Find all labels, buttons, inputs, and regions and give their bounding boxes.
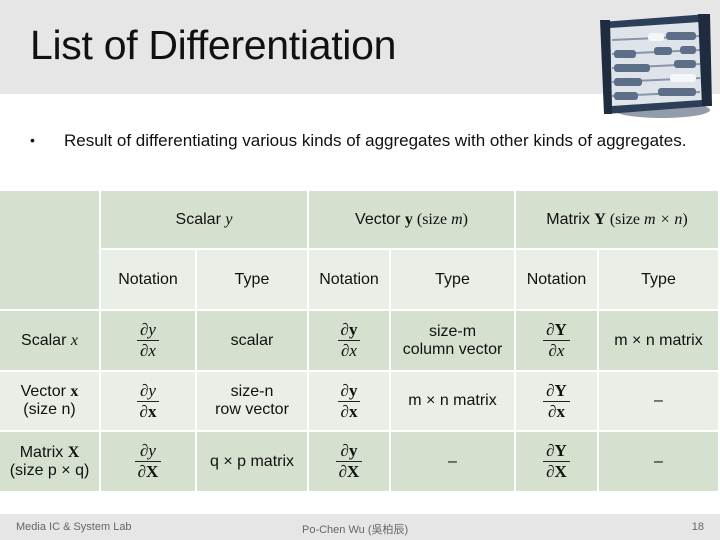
header-symbol: y	[404, 210, 413, 228]
type-cell: size-m column vector	[391, 311, 514, 370]
type-cell: –	[391, 432, 514, 491]
header-scalar-y: Scalar y	[101, 191, 307, 248]
derivative-fraction: ∂y ∂x	[137, 320, 159, 361]
table-row: Vector x (size n) ∂y ∂x size-n row vector…	[0, 372, 718, 430]
fraction-numerator: ∂y	[134, 441, 162, 462]
subheader-notation: Notation	[101, 250, 195, 309]
table-row: Matrix X (size p × q) ∂y ∂X q × p matrix …	[0, 432, 718, 491]
fraction-denominator: ∂X	[137, 462, 159, 481]
fraction-denominator: ∂x	[140, 341, 156, 360]
type-line-1: size-n	[230, 383, 274, 400]
header-size-var: m × n	[644, 210, 683, 228]
fraction-numerator: ∂y	[335, 441, 363, 462]
notation-cell: ∂y ∂x	[101, 372, 195, 430]
subheader-type: Type	[599, 250, 718, 309]
subheader-notation: Notation	[516, 250, 597, 309]
slide-footer: Media IC & System Lab Po-Chen Wu (吳柏辰) 1…	[0, 514, 720, 540]
slide-title: List of Differentiation	[30, 22, 397, 68]
header-symbol: Y	[594, 210, 606, 228]
derivative-fraction: ∂y ∂X	[335, 441, 363, 482]
derivative-fraction: ∂y ∂X	[134, 441, 162, 482]
fraction-denominator: ∂x	[340, 401, 358, 421]
fraction-numerator: ∂Y	[543, 320, 570, 341]
type-cell: m × n matrix	[391, 372, 514, 430]
derivative-fraction: ∂Y ∂X	[543, 441, 570, 482]
header-size-var: m	[451, 210, 463, 228]
notation-cell: ∂Y ∂x	[516, 311, 597, 370]
table-header-row: Scalar y Vector y (size m) Matrix Y (siz…	[0, 191, 718, 309]
fraction-denominator: ∂x	[548, 341, 565, 360]
type-cell: size-n row vector	[197, 372, 307, 430]
bullet-item: • Result of differentiating various kind…	[30, 130, 700, 151]
header-text: Scalar	[175, 210, 226, 228]
fraction-denominator: ∂X	[338, 462, 360, 481]
fraction-numerator: ∂Y	[543, 381, 570, 402]
type-cell: –	[599, 432, 718, 491]
page-number: 18	[691, 521, 704, 533]
derivative-fraction: ∂Y ∂x	[543, 381, 570, 422]
header-size-suffix: )	[462, 210, 468, 228]
derivative-fraction: ∂y ∂x	[136, 381, 160, 422]
notation-cell: ∂y ∂x	[309, 372, 389, 430]
subheader-notation: Notation	[309, 250, 389, 309]
type-cell: m × n matrix	[599, 311, 718, 370]
fraction-numerator: ∂Y	[543, 441, 570, 462]
header-size-suffix: )	[682, 210, 688, 228]
fraction-numerator: ∂y	[137, 320, 159, 341]
subheader-type: Type	[197, 250, 307, 309]
table-row: Scalar x ∂y ∂x scalar ∂y ∂x size-m column …	[0, 311, 718, 370]
notation-cell: ∂y ∂x	[101, 311, 195, 370]
header-vector-y: Vector y (size m)	[309, 191, 514, 248]
fraction-numerator: ∂y	[136, 381, 160, 402]
row-label-text: Vector	[20, 383, 71, 400]
header-symbol: y	[225, 210, 233, 228]
notation-cell: ∂Y ∂x	[516, 372, 597, 430]
derivative-fraction: ∂y ∂x	[337, 381, 361, 422]
header-size-prefix: (size	[605, 210, 645, 228]
row-label-size: (size n)	[23, 401, 76, 418]
header-text: Vector	[355, 210, 405, 228]
row-label: Scalar x	[0, 311, 99, 370]
notation-cell: ∂y ∂X	[309, 432, 389, 491]
notation-cell: ∂y ∂X	[101, 432, 195, 491]
corner-cell	[0, 191, 99, 309]
row-label: Matrix X (size p × q)	[0, 432, 99, 491]
subheader-type: Type	[391, 250, 514, 309]
type-line-1: size-m	[428, 322, 477, 340]
row-label-text: Matrix	[19, 443, 68, 461]
row-label-text: Scalar	[21, 331, 71, 349]
fraction-denominator: ∂x	[139, 401, 157, 421]
header-text: Matrix	[546, 210, 595, 228]
row-label-symbol: x	[70, 331, 78, 349]
fraction-denominator: ∂x	[341, 341, 357, 360]
bullet-marker: •	[30, 132, 35, 148]
row-label: Vector x (size n)	[0, 372, 99, 430]
abacus-icon	[600, 14, 712, 118]
bullet-text: Result of differentiating various kinds …	[64, 131, 687, 150]
table-subheader-row: Notation Type Notation Type Notation Typ…	[0, 250, 718, 309]
derivative-fraction: ∂y ∂x	[337, 320, 361, 361]
fraction-numerator: ∂y	[337, 320, 361, 341]
notation-cell: ∂Y ∂X	[516, 432, 597, 491]
type-cell: q × p matrix	[197, 432, 307, 491]
row-label-size: (size p × q)	[9, 461, 90, 479]
fraction-numerator: ∂y	[337, 381, 361, 402]
row-label-symbol: X	[67, 443, 80, 461]
row-label-symbol: x	[70, 383, 79, 400]
differentiation-table: Scalar y Vector y (size m) Matrix Y (siz…	[0, 189, 720, 493]
type-line-2: column vector	[402, 340, 503, 358]
fraction-denominator: ∂X	[546, 462, 567, 481]
type-cell: scalar	[197, 311, 307, 370]
fraction-denominator: ∂x	[548, 401, 565, 421]
footer-author: Po-Chen Wu (吳柏辰)	[302, 524, 409, 536]
type-cell: –	[599, 372, 718, 430]
header-size-prefix: (size	[412, 210, 452, 228]
footer-lab-name: Media IC & System Lab	[16, 521, 132, 533]
header-matrix-y: Matrix Y (size m × n)	[516, 191, 718, 248]
derivative-fraction: ∂Y ∂x	[543, 320, 570, 361]
notation-cell: ∂y ∂x	[309, 311, 389, 370]
type-line-2: row vector	[215, 401, 289, 418]
